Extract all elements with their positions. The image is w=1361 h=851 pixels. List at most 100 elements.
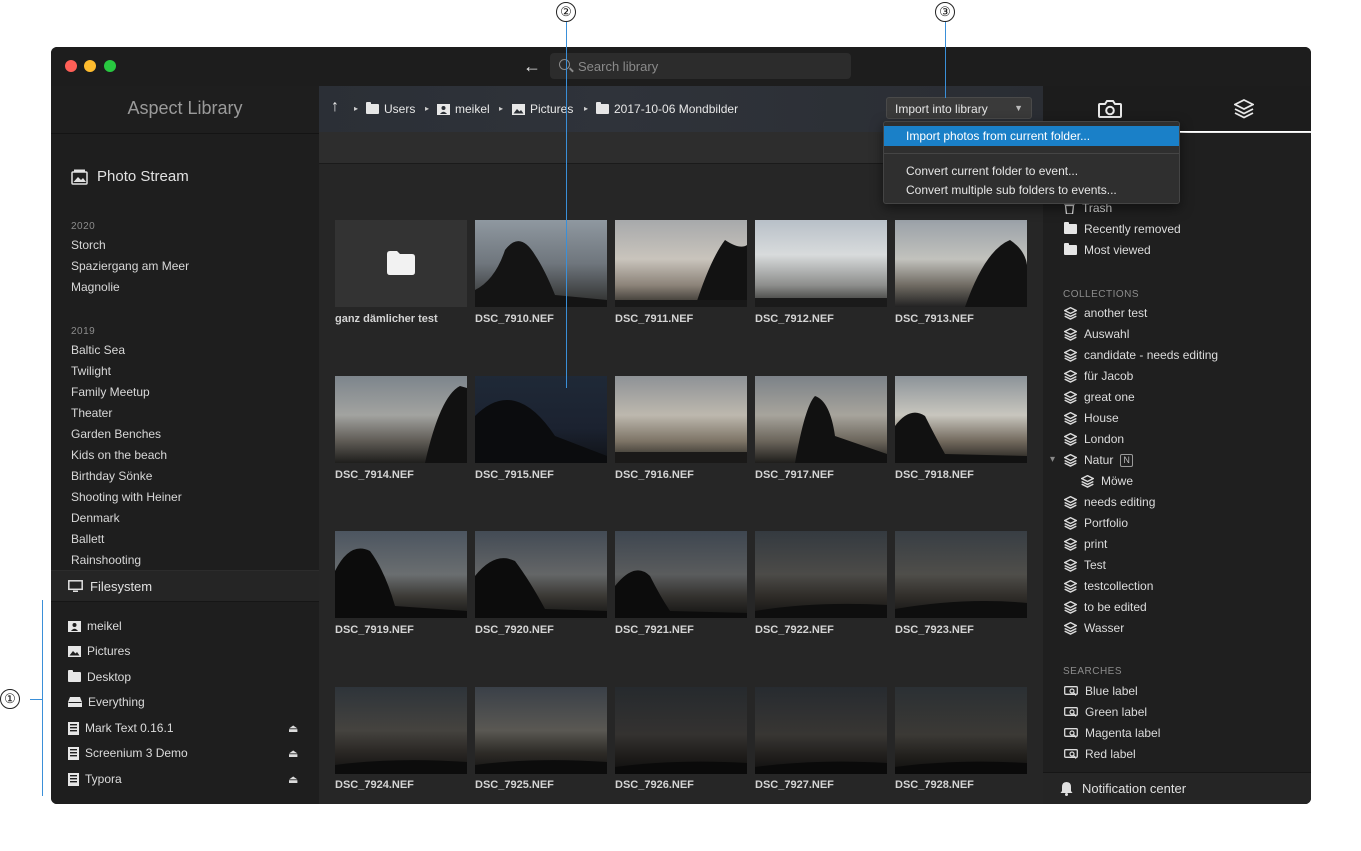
- library-item-most-viewed[interactable]: Most viewed: [1064, 243, 1151, 257]
- fs-item-pictures[interactable]: Pictures: [68, 644, 130, 658]
- collection-item[interactable]: Wasser: [1064, 621, 1124, 635]
- collection-item[interactable]: Möwe: [1081, 474, 1133, 488]
- fs-item-desktop[interactable]: Desktop: [68, 670, 131, 684]
- collection-item[interactable]: candidate - needs editing: [1064, 348, 1218, 362]
- saved-search-item[interactable]: Blue label: [1064, 684, 1138, 698]
- photo-thumbnail[interactable]: [615, 531, 747, 618]
- close-window-button[interactable]: [65, 60, 77, 72]
- event-item[interactable]: Storch: [71, 238, 106, 252]
- library-item-recently-removed[interactable]: Recently removed: [1064, 222, 1181, 236]
- breadcrumb-current-folder[interactable]: 2017-10-06 Mondbilder: [596, 102, 738, 116]
- photo-thumbnail[interactable]: [475, 220, 607, 307]
- fs-item-everything[interactable]: Everything: [68, 695, 145, 709]
- import-into-library-button[interactable]: Import into library ▼: [886, 97, 1032, 119]
- up-arrow-icon[interactable]: ↑: [331, 98, 339, 116]
- photo-thumbnail[interactable]: [335, 687, 467, 774]
- eject-icon[interactable]: ⏏: [288, 773, 298, 786]
- collection-item[interactable]: House: [1064, 411, 1119, 425]
- collection-item[interactable]: to be edited: [1064, 600, 1147, 614]
- event-item[interactable]: Shooting with Heiner: [71, 490, 182, 504]
- photo-thumbnail[interactable]: [755, 531, 887, 618]
- fs-item-screenium[interactable]: Screenium 3 Demo: [68, 746, 188, 760]
- import-photos-menu-item[interactable]: Import photos from current folder...: [884, 126, 1179, 146]
- event-item[interactable]: Spaziergang am Meer: [71, 259, 189, 273]
- disclosure-triangle-icon[interactable]: ▾: [1050, 454, 1055, 465]
- collection-item[interactable]: für Jacob: [1064, 369, 1133, 383]
- photo-thumbnail[interactable]: [335, 376, 467, 463]
- library-title: Aspect Library: [127, 98, 243, 118]
- breadcrumb-meikel[interactable]: meikel: [437, 102, 490, 116]
- event-item[interactable]: Magnolie: [71, 280, 120, 294]
- fs-item-meikel[interactable]: meikel: [68, 619, 122, 633]
- thumbnail-label: DSC_7911.NEF: [615, 313, 694, 325]
- collection-item[interactable]: needs editing: [1064, 495, 1155, 509]
- event-item[interactable]: Denmark: [71, 511, 120, 525]
- camera-icon[interactable]: [1098, 100, 1122, 118]
- photo-thumbnail[interactable]: [335, 531, 467, 618]
- notification-center-bar[interactable]: Notification center: [1043, 772, 1311, 804]
- photo-stream-item[interactable]: Photo Stream: [71, 168, 189, 185]
- event-item[interactable]: Rainshooting: [71, 553, 141, 567]
- photo-thumbnail[interactable]: [475, 376, 607, 463]
- photo-thumbnail[interactable]: [755, 687, 887, 774]
- collection-item[interactable]: another test: [1064, 306, 1147, 320]
- collection-item[interactable]: Portfolio: [1064, 516, 1128, 530]
- eject-icon[interactable]: ⏏: [288, 747, 298, 760]
- saved-search-item[interactable]: Green label: [1064, 705, 1147, 719]
- thumbnail-label: DSC_7912.NEF: [755, 313, 834, 325]
- search-box[interactable]: [550, 53, 851, 79]
- photo-thumbnail[interactable]: [615, 376, 747, 463]
- photo-thumbnail[interactable]: [615, 220, 747, 307]
- saved-search-item[interactable]: Red label: [1064, 747, 1136, 761]
- event-item[interactable]: Family Meetup: [71, 385, 150, 399]
- event-item[interactable]: Twilight: [71, 364, 111, 378]
- collection-item[interactable]: print: [1064, 537, 1107, 551]
- collection-item[interactable]: testcollection: [1064, 579, 1153, 593]
- thumbnail-label: DSC_7921.NEF: [615, 624, 694, 636]
- fs-item-label: Mark Text 0.16.1: [85, 721, 174, 735]
- photo-thumbnail[interactable]: [475, 687, 607, 774]
- photo-thumbnail[interactable]: [755, 376, 887, 463]
- thumbnail-label: DSC_7915.NEF: [475, 469, 554, 481]
- convert-folder-menu-item[interactable]: Convert current folder to event...: [884, 161, 1179, 181]
- fs-item-mark-text[interactable]: Mark Text 0.16.1: [68, 721, 174, 735]
- collections-tab-icon[interactable]: [1234, 99, 1254, 119]
- convert-subfolders-menu-item[interactable]: Convert multiple sub folders to events..…: [884, 180, 1179, 200]
- event-item[interactable]: Kids on the beach: [71, 448, 167, 462]
- event-item[interactable]: Birthday Sönke: [71, 469, 152, 483]
- disk-image-icon: [68, 721, 79, 735]
- saved-search-item[interactable]: Magenta label: [1064, 726, 1160, 740]
- minimize-window-button[interactable]: [84, 60, 96, 72]
- back-arrow-icon[interactable]: ←: [521, 56, 543, 76]
- photo-thumbnail[interactable]: [475, 531, 607, 618]
- photo-thumbnail[interactable]: [755, 220, 887, 307]
- fs-item-typora[interactable]: Typora: [68, 772, 122, 786]
- event-item[interactable]: Baltic Sea: [71, 343, 125, 357]
- photo-thumbnail[interactable]: [615, 687, 747, 774]
- collection-item[interactable]: Natur N ▾: [1050, 453, 1133, 467]
- photo-thumbnail[interactable]: [895, 687, 1027, 774]
- filesystem-header[interactable]: Filesystem: [51, 570, 319, 602]
- photo-thumbnail[interactable]: [895, 531, 1027, 618]
- folder-icon: [1064, 243, 1077, 255]
- breadcrumb-users[interactable]: Users: [366, 102, 415, 116]
- collection-item[interactable]: great one: [1064, 390, 1135, 404]
- collection-item[interactable]: Auswahl: [1064, 327, 1129, 341]
- photo-thumbnail[interactable]: [895, 220, 1027, 307]
- event-item[interactable]: Garden Benches: [71, 427, 161, 441]
- folder-thumbnail[interactable]: [335, 220, 467, 307]
- collection-label: great one: [1084, 390, 1135, 404]
- breadcrumb-pictures[interactable]: Pictures: [512, 102, 573, 116]
- collection-icon: [1064, 327, 1077, 341]
- collection-item[interactable]: Test: [1064, 558, 1106, 572]
- event-item[interactable]: Theater: [71, 406, 112, 420]
- event-item[interactable]: Ballett: [71, 532, 104, 546]
- searches-heading: SEARCHES: [1063, 666, 1123, 677]
- collection-item[interactable]: London: [1064, 432, 1124, 446]
- search-input[interactable]: [578, 56, 838, 76]
- zoom-window-button[interactable]: [104, 60, 116, 72]
- photo-thumbnail[interactable]: [895, 376, 1027, 463]
- eject-icon[interactable]: ⏏: [288, 722, 298, 735]
- folder-icon: [68, 670, 81, 682]
- collection-label: London: [1084, 432, 1125, 446]
